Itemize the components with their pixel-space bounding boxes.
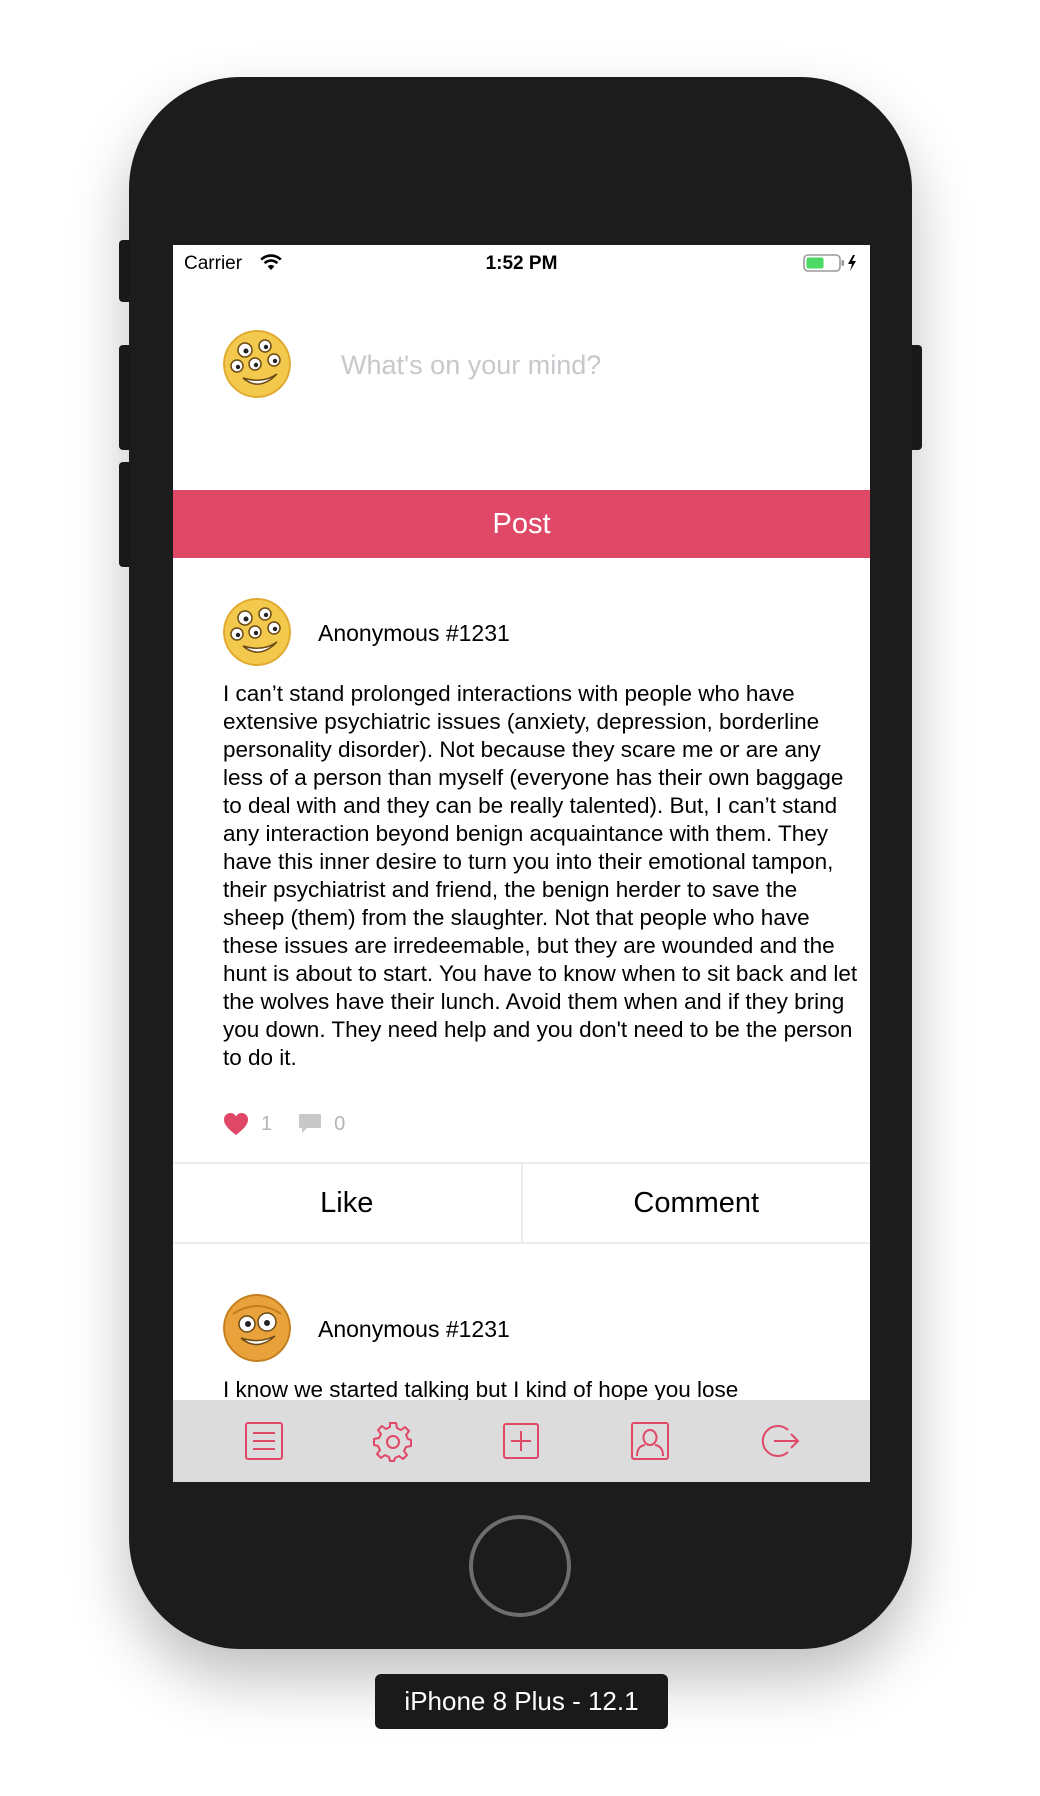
post-author: Anonymous #1231 (318, 1316, 510, 1342)
like-count: 1 (261, 1112, 273, 1135)
post-actions: Like Comment (173, 1162, 870, 1244)
app-screen: Carrier 1:52 PM Post (173, 245, 870, 1482)
status-bar: Carrier 1:52 PM (173, 245, 870, 283)
home-button (469, 1515, 571, 1617)
like-button[interactable]: Like (173, 1164, 521, 1242)
device-label: iPhone 8 Plus - 12.1 (375, 1674, 668, 1729)
logout-icon (761, 1425, 800, 1457)
heart-icon (224, 1113, 248, 1135)
tab-profile[interactable] (628, 1419, 672, 1463)
comment-count: 0 (334, 1112, 346, 1135)
battery-icon (803, 254, 856, 272)
author-avatar (223, 598, 291, 666)
post-body: I can’t stand prolonged interactions wit… (223, 681, 858, 1070)
tab-settings[interactable] (371, 1419, 415, 1463)
post-stats: 1 0 (223, 1112, 371, 1136)
profile-icon (631, 1422, 670, 1460)
user-avatar (223, 330, 291, 398)
post-card: Anonymous #1231 I can’t stand prolonged … (173, 558, 870, 1244)
tab-logout[interactable] (757, 1419, 801, 1463)
tab-new-post[interactable] (499, 1419, 543, 1463)
post-composer (173, 283, 870, 490)
post-feed[interactable]: Anonymous #1231 I can’t stand prolonged … (173, 558, 870, 1400)
list-icon (245, 1422, 284, 1460)
comment-button[interactable]: Comment (520, 1164, 871, 1242)
comment-icon (299, 1114, 322, 1133)
author-avatar (223, 1294, 291, 1362)
status-input[interactable] (341, 345, 841, 385)
plus-square-icon (503, 1423, 540, 1459)
post-card: Anonymous #1231 I know we started talkin… (173, 1244, 870, 1400)
status-time: 1:52 PM (485, 253, 558, 274)
gear-icon (372, 1422, 412, 1462)
post-button[interactable]: Post (173, 490, 870, 558)
tab-feed[interactable] (242, 1419, 286, 1463)
post-author: Anonymous #1231 (318, 620, 510, 646)
tab-bar (173, 1400, 870, 1482)
post-body: I know we started talking but I kind of … (223, 1377, 739, 1400)
